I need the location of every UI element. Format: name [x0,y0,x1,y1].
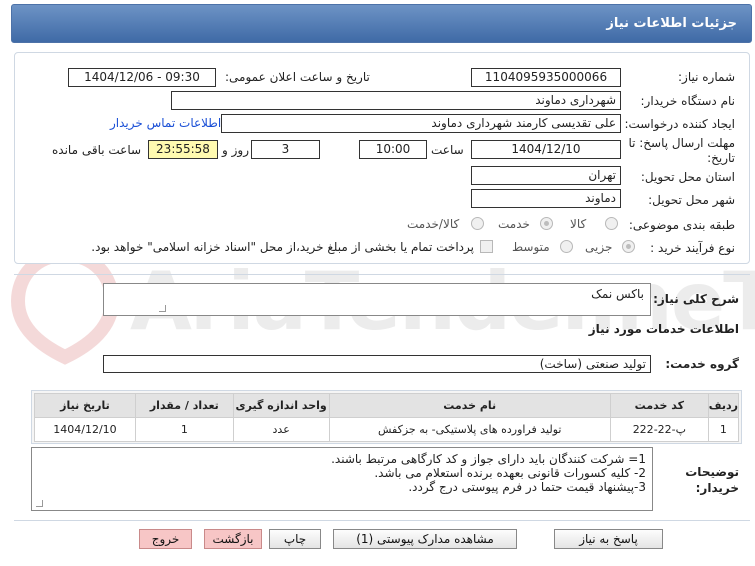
cell-row: 1 [707,417,740,442]
buyer-notes-label: توضیحات خریدار: [685,465,739,495]
deadline-label: مهلت ارسال پاسخ: تا تاریخ: [628,136,735,165]
back-button[interactable]: بازگشت [204,529,262,549]
cell-service-name: تولید فراورده های پلاستیکی- به جزکفش [328,417,611,442]
deadline-days-field[interactable]: 3 [251,140,320,159]
announce-datetime-field[interactable]: 1404/12/06 - 09:30 [68,68,216,87]
cell-service-code: پ-22-222 [609,417,709,442]
divider [14,520,750,521]
province-field[interactable]: تهران [471,166,621,185]
category-goods-service-radio[interactable] [471,217,484,230]
requester-label: ایجاد کننده درخواست: [624,117,735,131]
page-title: جزئیات اطلاعات نیاز [11,4,752,43]
buyer-org-field[interactable]: شهرداری دماوند [171,91,621,110]
col-need-date: تاریخ نیاز [34,393,136,418]
service-group-field[interactable]: تولید صنعتی (ساخت) [103,355,651,373]
table-row[interactable]: 1 پ-22-222 تولید فراورده های پلاستیکی- ب… [34,417,740,442]
col-row: ردیف [707,393,740,418]
province-label: استان محل تحویل: [640,170,735,184]
remaining-time-field: 23:55:58 [148,140,218,159]
buyer-note-line: 3-پیشنهاد قیمت حتما در فرم پیوستی درج گر… [408,480,646,494]
category-service-label: خدمت [498,217,530,231]
cell-unit: عدد [232,417,330,442]
col-service-name: نام خدمت [328,393,611,418]
exit-button[interactable]: خروج [139,529,192,549]
deadline-time-field[interactable]: 10:00 [359,140,427,159]
deadline-time-label: ساعت [431,143,464,157]
buyer-notes-field[interactable]: 1= شرکت کنندگان باید دارای جواز و کد کار… [31,447,653,511]
buyer-note-line: 1= شرکت کنندگان باید دارای جواز و کد کار… [331,452,646,466]
treasury-payment-checkbox[interactable] [480,240,493,253]
divider [14,274,750,275]
cell-quantity: 1 [134,417,234,442]
col-unit: واحد اندازه گیری [232,393,330,418]
category-goods-label: کالا [570,217,587,231]
service-group-label: گروه خدمت: [665,357,739,371]
city-field[interactable]: دماوند [471,189,621,208]
resize-grip-icon[interactable] [36,500,43,507]
remaining-time-label: ساعت باقی مانده [52,143,142,157]
need-number-label: شماره نیاز: [678,70,735,84]
reply-button[interactable]: پاسخ به نیاز [554,529,663,549]
services-table: ردیف کد خدمت نام خدمت واحد اندازه گیری ت… [34,393,740,442]
buyer-org-label: نام دستگاه خریدار: [640,94,736,108]
city-label: شهر محل تحویل: [648,193,735,207]
category-label: طبقه بندی موضوعی: [628,218,735,232]
need-number-field[interactable]: 1104095935000066 [471,68,621,87]
col-service-code: کد خدمت [609,393,709,418]
print-button[interactable]: چاپ [269,529,321,549]
requester-field[interactable]: علی تقدیسی کارمند شهرداری دماوند [221,114,621,133]
need-summary-field[interactable]: باکس نمک [103,283,651,316]
treasury-payment-note: پرداخت تمام یا بخشی از مبلغ خرید،از محل … [91,240,474,254]
process-minor-label: جزیی [585,240,613,254]
process-type-label: نوع فرآیند خرید : [650,241,735,255]
category-goods-service-label: کالا/خدمت [407,217,460,231]
need-summary-text: باکس نمک [591,287,644,301]
cell-need-date: 1404/12/10 [34,417,136,442]
buyer-note-line: 2- کلیه کسورات قانونی بعهده برنده استعلا… [374,466,646,480]
process-medium-radio[interactable] [560,240,573,253]
services-section-title: اطلاعات خدمات مورد نیاز [588,322,739,336]
deadline-days-label: روز و [222,143,249,157]
buyer-contact-link[interactable]: اطلاعات تماس خریدار [110,116,221,130]
view-attachments-button[interactable]: مشاهده مدارک پیوستی (1) [333,529,517,549]
process-medium-label: متوسط [512,240,550,254]
category-service-radio[interactable] [540,217,553,230]
deadline-date-field[interactable]: 1404/12/10 [471,140,621,159]
announce-datetime-label: تاریخ و ساعت اعلان عمومی: [225,70,370,84]
process-minor-radio[interactable] [622,240,635,253]
category-goods-radio[interactable] [605,217,618,230]
table-header-row: ردیف کد خدمت نام خدمت واحد اندازه گیری ت… [34,393,740,418]
need-summary-label: شرح کلی نیاز: [653,292,739,306]
resize-grip-icon[interactable] [159,305,166,312]
col-quantity: تعداد / مقدار [134,393,234,418]
